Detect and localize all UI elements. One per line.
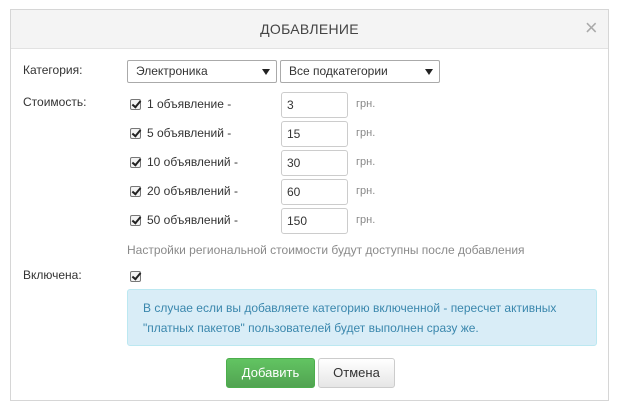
chevron-down-icon — [425, 69, 433, 75]
chevron-down-icon — [262, 69, 270, 75]
price-row-label: 5 объявлений - — [147, 126, 232, 140]
close-icon[interactable]: × — [585, 10, 598, 46]
add-dialog: ДОБАВЛЕНИЕ × Категория: Электроника Все … — [10, 9, 609, 401]
dialog-header: ДОБАВЛЕНИЕ × — [11, 10, 608, 49]
add-button[interactable]: Добавить — [226, 358, 315, 388]
price-row: 50 объявлений - 150 грн. — [130, 208, 390, 234]
dialog-title: ДОБАВЛЕНИЕ — [260, 21, 359, 37]
price-row-label: 50 объявлений - — [147, 213, 238, 227]
info-alert: В случае если вы добавляете категорию вк… — [127, 289, 597, 346]
price-row-checkbox[interactable] — [130, 186, 141, 197]
enabled-label: Включена: — [23, 268, 82, 282]
category-label: Категория: — [23, 63, 83, 77]
price-row: 20 объявлений - 60 грн. — [130, 179, 390, 205]
price-row-label: 10 объявлений - — [147, 155, 238, 169]
currency-unit: грн. — [356, 185, 376, 197]
cost-label: Стоимость: — [23, 95, 87, 109]
info-alert-line: "платных пакетов" пользователей будет вы… — [143, 321, 479, 335]
price-row-checkbox[interactable] — [130, 215, 141, 226]
info-alert-line: В случае если вы добавляете категорию вк… — [143, 301, 557, 315]
price-input[interactable]: 3 — [281, 92, 348, 118]
currency-unit: грн. — [356, 127, 376, 139]
currency-unit: грн. — [356, 98, 376, 110]
cancel-button[interactable]: Отмена — [318, 358, 395, 388]
price-row: 10 объявлений - 30 грн. — [130, 150, 390, 176]
regional-cost-hint: Настройки региональной стоимости будут д… — [127, 243, 525, 257]
price-row: 5 объявлений - 15 грн. — [130, 121, 390, 147]
category-select-value: Электроника — [136, 64, 208, 78]
price-row-label: 1 объявление - — [147, 97, 232, 111]
price-row: 1 объявление - 3 грн. — [130, 92, 390, 118]
subcategory-select[interactable]: Все подкатегории — [280, 60, 440, 83]
currency-unit: грн. — [356, 214, 376, 226]
enabled-checkbox[interactable] — [130, 271, 141, 282]
price-input[interactable]: 60 — [281, 179, 348, 205]
price-row-checkbox[interactable] — [130, 99, 141, 110]
price-row-checkbox[interactable] — [130, 157, 141, 168]
price-input[interactable]: 30 — [281, 150, 348, 176]
price-input[interactable]: 15 — [281, 121, 348, 147]
price-input[interactable]: 150 — [281, 208, 348, 234]
currency-unit: грн. — [356, 156, 376, 168]
category-select[interactable]: Электроника — [127, 60, 277, 83]
price-row-label: 20 объявлений - — [147, 184, 238, 198]
subcategory-select-value: Все подкатегории — [289, 64, 388, 78]
price-row-checkbox[interactable] — [130, 128, 141, 139]
